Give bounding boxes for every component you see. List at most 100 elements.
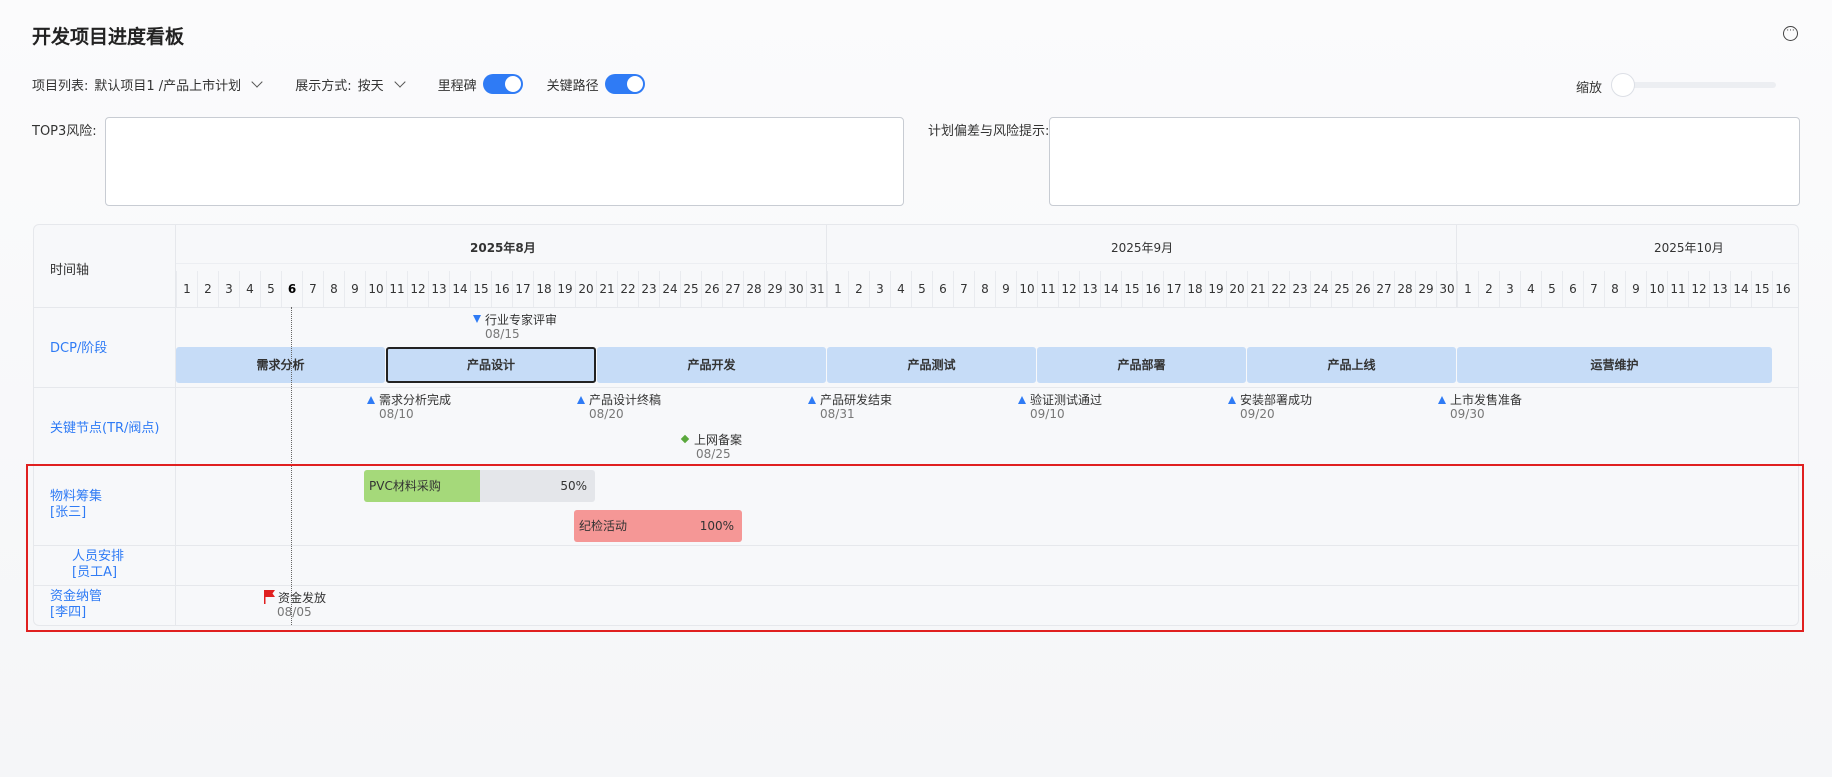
month-label-sep: 2025年9月 — [1111, 241, 1174, 255]
day-cell: 6 — [932, 271, 953, 307]
toggle-knob — [626, 76, 643, 92]
zoom-slider-track[interactable] — [1614, 82, 1776, 88]
top3-risk-label: TOP3风险: — [32, 124, 97, 139]
row-divider — [34, 387, 1798, 388]
project-select[interactable]: 默认项目1 /产品上市计划 — [94, 75, 241, 94]
more-circle-icon[interactable]: ··· — [1783, 26, 1798, 41]
day-cell: 1 — [1457, 271, 1478, 307]
day-cell: 26 — [701, 271, 722, 307]
milestone-toggle-label: 里程碑 — [437, 78, 477, 94]
milestone-marker[interactable]: 上市发售准备 09/30 — [1438, 391, 1523, 421]
day-cell: 7 — [302, 271, 323, 307]
zoom-slider-handle[interactable] — [1611, 73, 1635, 97]
page-title: 开发项目进度看板 — [32, 26, 185, 48]
day-cell: 31 — [806, 271, 827, 307]
month-label-oct: 2025年10月 — [1654, 241, 1724, 255]
day-cell: 12 — [407, 271, 428, 307]
day-cell: 3 — [869, 271, 890, 307]
day-cell: 15 — [470, 271, 491, 307]
day-cell: 8 — [974, 271, 995, 307]
day-cell: 29 — [764, 271, 785, 307]
triangle-up-icon — [367, 396, 375, 404]
day-cell: 22 — [1268, 271, 1289, 307]
phase-bar[interactable]: 需求分析 — [176, 347, 385, 383]
day-cell: 28 — [743, 271, 764, 307]
day-cell: 15 — [1751, 271, 1772, 307]
day-cell: 7 — [953, 271, 974, 307]
milestone-date: 09/10 — [1030, 407, 1065, 421]
header-divider — [176, 263, 1798, 264]
zoom-label: 缩放 — [1576, 81, 1603, 96]
milestone-marker[interactable]: 验证测试通过 09/10 — [1018, 391, 1102, 421]
triangle-up-icon — [577, 396, 585, 404]
day-cell: 19 — [1205, 271, 1226, 307]
milestone-marker-filing[interactable]: 上网备案 08/25 — [680, 431, 743, 461]
milestone-marker[interactable]: 产品设计终稿 08/20 — [577, 391, 661, 421]
milestone-date: 08/31 — [820, 407, 855, 421]
day-cell: 8 — [323, 271, 344, 307]
day-cell: 15 — [1121, 271, 1142, 307]
toggle-knob — [504, 76, 521, 92]
milestone-label: 上网备案 — [694, 433, 743, 447]
milestone-marker[interactable]: 产品研发结束 08/31 — [808, 391, 893, 421]
day-cell: 10 — [1016, 271, 1037, 307]
day-cell: 14 — [449, 271, 470, 307]
diamond-icon — [680, 434, 690, 444]
top3-risk-textarea[interactable] — [105, 117, 904, 206]
day-cell: 17 — [1163, 271, 1184, 307]
critical-path-toggle-label: 关键路径 — [546, 78, 599, 94]
day-cell: 23 — [1289, 271, 1310, 307]
milestone-date: 08/15 — [485, 327, 520, 341]
day-cell: 1 — [176, 271, 197, 307]
day-cell: 20 — [1226, 271, 1247, 307]
milestone-marker[interactable]: 安装部署成功 09/20 — [1228, 391, 1313, 421]
day-cell: 20 — [575, 271, 596, 307]
day-cell: 10 — [1646, 271, 1667, 307]
deviation-risk-textarea[interactable] — [1049, 117, 1800, 206]
timeline-axis-label: 时间轴 — [50, 263, 90, 278]
day-cell: 4 — [239, 271, 260, 307]
row-label-milestones[interactable]: 关键节点(TR/阀点) — [50, 417, 160, 436]
row-label-phase[interactable]: DCP/阶段 — [50, 337, 107, 356]
critical-path-toggle[interactable] — [604, 74, 645, 94]
chevron-down-icon[interactable] — [251, 76, 263, 88]
day-cell: 19 — [554, 271, 575, 307]
month-label-aug: 2025年8月 — [470, 241, 536, 255]
day-cell: 9 — [995, 271, 1016, 307]
phase-bar[interactable]: 运营维护 — [1457, 347, 1772, 383]
day-cell: 27 — [1373, 271, 1394, 307]
milestone-label: 上市发售准备 — [1450, 393, 1523, 407]
milestone-marker[interactable]: 需求分析完成 08/10 — [367, 391, 451, 421]
day-cell: 6 — [281, 271, 302, 307]
milestone-date: 09/30 — [1450, 407, 1485, 421]
milestone-toggle[interactable] — [482, 74, 523, 94]
day-cell: 11 — [1037, 271, 1058, 307]
day-cell: 13 — [1709, 271, 1730, 307]
day-cell: 16 — [491, 271, 512, 307]
day-cell: 11 — [386, 271, 407, 307]
day-cell: 25 — [680, 271, 701, 307]
phase-bar-active[interactable]: 产品设计 — [386, 347, 596, 383]
triangle-up-icon — [808, 396, 816, 404]
phase-bar[interactable]: 产品开发 — [597, 347, 826, 383]
day-cell: 5 — [260, 271, 281, 307]
phase-bar[interactable]: 产品测试 — [827, 347, 1036, 383]
milestone-date: 08/25 — [696, 447, 731, 461]
day-cell: 2 — [197, 271, 218, 307]
display-mode-select[interactable]: 按天 — [358, 75, 384, 94]
milestone-date: 08/10 — [379, 407, 414, 421]
day-cell: 16 — [1142, 271, 1163, 307]
milestone-label: 产品研发结束 — [820, 393, 893, 407]
selection-highlight-box — [26, 464, 1804, 632]
chevron-down-icon[interactable] — [393, 76, 406, 88]
milestone-label: 安装部署成功 — [1240, 393, 1313, 407]
day-cell: 10 — [365, 271, 386, 307]
dcp-review-marker[interactable]: 行业专家评审 08/15 — [473, 311, 557, 341]
day-cell: 21 — [596, 271, 617, 307]
day-cell: 14 — [1100, 271, 1121, 307]
day-cell: 3 — [218, 271, 239, 307]
phase-bar[interactable]: 产品上线 — [1247, 347, 1456, 383]
day-cell: 17 — [512, 271, 533, 307]
phase-bar[interactable]: 产品部署 — [1037, 347, 1246, 383]
day-cell: 24 — [1310, 271, 1331, 307]
